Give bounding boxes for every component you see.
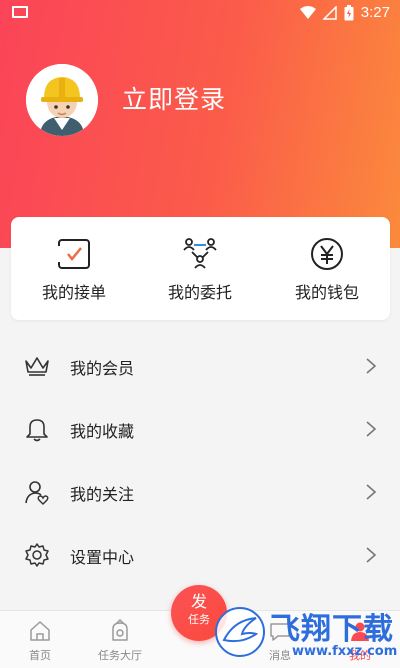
my-wallet-button[interactable]: 我的钱包 xyxy=(264,217,390,320)
status-bar: 3:27 xyxy=(0,0,400,26)
profile-header: 3:27 立即登录 xyxy=(0,0,400,248)
watermark-logo-icon xyxy=(215,607,265,657)
menu-item-favorites[interactable]: 我的收藏 xyxy=(0,397,400,460)
battery-icon xyxy=(344,4,354,20)
task-hall-icon xyxy=(112,619,128,641)
watermark-text: 飞翔下载 xyxy=(270,612,394,647)
watermark: 飞翔下载 www.fxxz.com xyxy=(212,598,400,667)
menu-item-label: 我的会员 xyxy=(70,359,135,378)
wifi-icon xyxy=(299,5,316,19)
gear-icon xyxy=(25,543,49,567)
my-delegations-label: 我的委托 xyxy=(167,283,232,302)
bell-icon xyxy=(26,419,48,442)
my-delegations-button[interactable]: 我的委托 xyxy=(137,217,263,320)
my-orders-button[interactable]: 我的接单 xyxy=(11,217,137,320)
menu-item-membership[interactable]: 我的会员 xyxy=(0,334,400,397)
quick-actions-card: 我的接单 我的委托 我的钱包 xyxy=(11,217,390,320)
order-check-icon xyxy=(56,239,90,269)
tab-home[interactable]: 首页 xyxy=(0,611,80,668)
chevron-right-icon xyxy=(366,358,377,374)
home-icon xyxy=(30,621,50,641)
my-orders-label: 我的接单 xyxy=(41,283,106,302)
menu-item-label: 我的收藏 xyxy=(70,422,135,441)
gallery-notification-icon xyxy=(12,6,28,18)
avatar[interactable] xyxy=(26,64,98,136)
menu-item-settings[interactable]: 设置中心 xyxy=(0,523,400,586)
my-wallet-label: 我的钱包 xyxy=(294,283,359,302)
watermark-url: www.fxxz.com xyxy=(292,644,398,659)
chevron-right-icon xyxy=(366,547,377,563)
signal-icon xyxy=(322,5,337,20)
tab-task-hall[interactable]: 任务大厅 xyxy=(80,611,160,668)
delegate-people-icon xyxy=(183,238,217,269)
crown-icon xyxy=(25,357,49,376)
status-time: 3:27 xyxy=(360,4,390,21)
tab-label: 首页 xyxy=(29,649,51,662)
menu-item-label: 设置中心 xyxy=(70,548,135,567)
menu-item-label: 我的关注 xyxy=(70,485,135,504)
tab-label: 任务大厅 xyxy=(98,649,142,662)
wallet-yen-icon xyxy=(311,238,343,270)
login-button[interactable]: 立即登录 xyxy=(122,80,226,116)
menu-list: 我的会员 我的收藏 我的关注 设置中心 xyxy=(0,334,400,586)
menu-item-following[interactable]: 我的关注 xyxy=(0,460,400,523)
chevron-right-icon xyxy=(366,421,377,437)
follow-person-icon xyxy=(25,481,49,505)
chevron-right-icon xyxy=(366,484,377,500)
